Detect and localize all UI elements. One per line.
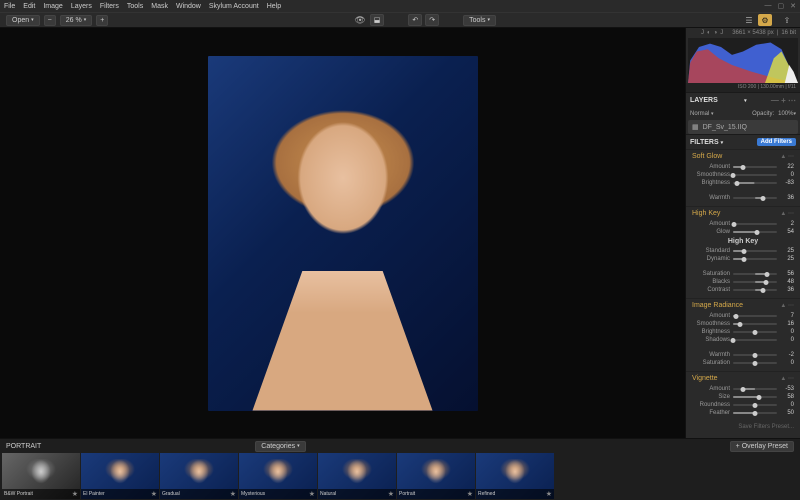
save-preset-button[interactable]: Save Filters Preset...: [686, 421, 800, 433]
histo-j-icon[interactable]: J: [701, 30, 704, 36]
categories-button[interactable]: Categories ▾: [255, 441, 305, 452]
slider-size[interactable]: Size58: [692, 394, 794, 400]
close-icon[interactable]: ✕: [790, 2, 796, 10]
slider-blacks[interactable]: Blacks48: [692, 279, 794, 285]
histo-clip2-icon[interactable]: ◑: [714, 30, 718, 36]
canvas[interactable]: [0, 28, 685, 438]
minimize-icon[interactable]: —: [765, 2, 772, 10]
filter-section-soft glow[interactable]: Soft Glow▲ ⋯: [692, 153, 794, 160]
menu-image[interactable]: Image: [43, 3, 62, 10]
slider-amount[interactable]: Amount22: [692, 164, 794, 170]
preset-thumb[interactable]: Refined★: [476, 453, 554, 499]
window-controls: — ▢ ✕: [765, 2, 797, 10]
image-bit: 16 bit: [781, 30, 796, 36]
undo-button[interactable]: ↶: [408, 14, 422, 26]
slider-warmth[interactable]: Warmth36: [692, 195, 794, 201]
panel-toggle-left[interactable]: ☰: [742, 14, 756, 26]
layer-icon: ▦: [692, 123, 699, 131]
menu-filters[interactable]: Filters: [100, 3, 119, 10]
slider-amount[interactable]: Amount2: [692, 221, 794, 227]
slider-dynamic[interactable]: Dynamic25: [692, 256, 794, 262]
slider-saturation[interactable]: Saturation0: [692, 360, 794, 366]
add-filters-button[interactable]: Add Filters: [757, 138, 796, 146]
menubar: File Edit Image Layers Filters Tools Mas…: [0, 0, 800, 12]
slider-smoothness[interactable]: Smoothness16: [692, 321, 794, 327]
slider-amount[interactable]: Amount-53: [692, 386, 794, 392]
filter-section-vignette[interactable]: Vignette▲ ⋯: [692, 375, 794, 382]
eye-icon[interactable]: 👁: [354, 15, 365, 26]
compare-button[interactable]: ⬓: [370, 14, 385, 26]
photo-preview: [208, 56, 478, 411]
slider-standard[interactable]: Standard25: [692, 248, 794, 254]
filter-section-image radiance[interactable]: Image Radiance▲ ⋯: [692, 302, 794, 309]
image-dims: 3661 × 5438 px: [732, 30, 774, 36]
zoom-in-button[interactable]: +: [96, 15, 108, 26]
layer-item[interactable]: ▦ DF_Sv_15.IIQ: [688, 120, 798, 134]
histo-clip-icon[interactable]: ◐: [707, 30, 711, 36]
slider-brightness[interactable]: Brightness-83: [692, 180, 794, 186]
sidebar: J ◐ ◑ J 3661 × 5438 px | 16 bit ISO 200 …: [685, 28, 800, 438]
menu-account[interactable]: Skylum Account: [209, 3, 259, 10]
zoom-level[interactable]: 26 % ▾: [60, 15, 92, 26]
presets-title: PORTRAIT: [6, 443, 41, 450]
menu-mask[interactable]: Mask: [151, 3, 168, 10]
layer-name: DF_Sv_15.IIQ: [703, 124, 747, 131]
histogram: [688, 38, 798, 83]
preset-thumb[interactable]: Portrait★: [397, 453, 475, 499]
panel-toggle-right[interactable]: ⚙: [758, 14, 772, 26]
menu-help[interactable]: Help: [267, 3, 281, 10]
slider-saturation[interactable]: Saturation56: [692, 271, 794, 277]
opacity-label: Opacity:: [752, 111, 774, 117]
menu-layers[interactable]: Layers: [71, 3, 92, 10]
preset-thumb[interactable]: El Painter★: [81, 453, 159, 499]
zoom-out-button[interactable]: −: [44, 15, 56, 26]
maximize-icon[interactable]: ▢: [778, 2, 785, 10]
slider-smoothness[interactable]: Smoothness0: [692, 172, 794, 178]
open-button[interactable]: Open ▾: [6, 15, 40, 26]
overlay-preset-button[interactable]: + Overlay Preset: [730, 441, 794, 452]
preset-thumb[interactable]: Natural★: [318, 453, 396, 499]
preset-thumb[interactable]: Mysterious★: [239, 453, 317, 499]
redo-button[interactable]: ↷: [425, 14, 439, 26]
slider-roundness[interactable]: Roundness0: [692, 402, 794, 408]
slider-contrast[interactable]: Contrast36: [692, 287, 794, 293]
slider-feather[interactable]: Feather50: [692, 410, 794, 416]
layers-panel-header[interactable]: LAYERS▾ — + ⋯: [686, 92, 800, 108]
menu-edit[interactable]: Edit: [23, 3, 35, 10]
histo-j2-icon[interactable]: J: [720, 30, 723, 36]
slider-warmth[interactable]: Warmth-2: [692, 352, 794, 358]
menu-tools[interactable]: Tools: [127, 3, 143, 10]
preset-thumb[interactable]: Gradual★: [160, 453, 238, 499]
slider-glow[interactable]: Glow54: [692, 229, 794, 235]
presets-panel: PORTRAIT Categories ▾ + Overlay Preset B…: [0, 438, 800, 500]
filters-panel-header[interactable]: FILTERS: [690, 139, 719, 146]
menu-file[interactable]: File: [4, 3, 15, 10]
tools-button[interactable]: Tools ▾: [463, 15, 496, 26]
opacity-value[interactable]: 100%▾: [778, 111, 796, 117]
export-button[interactable]: ⇪: [780, 14, 794, 26]
slider-brightness[interactable]: Brightness0: [692, 329, 794, 335]
slider-amount[interactable]: Amount7: [692, 313, 794, 319]
menu-window[interactable]: Window: [176, 3, 201, 10]
blend-mode[interactable]: Normal ▾: [690, 111, 714, 117]
toolbar: Open ▾ − 26 % ▾ + 👁 ⬓ ↶ ↷ Tools ▾ ☰ ⚙ ⇪: [0, 12, 800, 28]
preset-thumb[interactable]: B&W Portrait★: [2, 453, 80, 499]
slider-shadows[interactable]: Shadows0: [692, 337, 794, 343]
filter-section-high key[interactable]: High Key▲ ⋯: [692, 210, 794, 217]
